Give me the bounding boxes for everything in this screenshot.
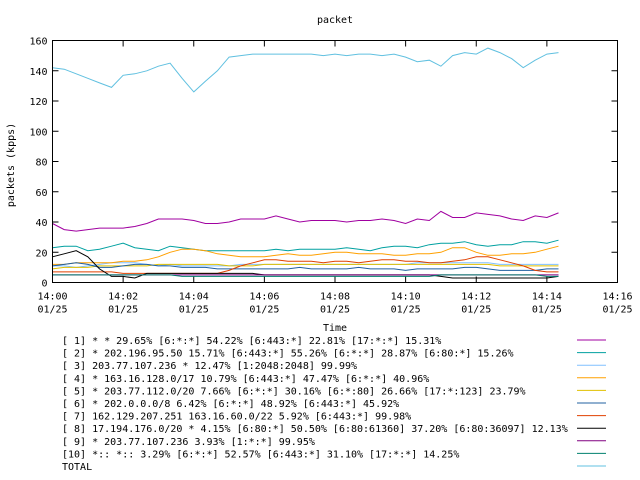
packet-chart: packet packets (kpps) Time 0204060801001… bbox=[6, 15, 633, 473]
x-tick-label-date: 01/25 bbox=[461, 305, 491, 316]
x-tick-label-date: 01/25 bbox=[37, 305, 67, 316]
y-tick-label: 100 bbox=[29, 127, 47, 138]
x-tick-label-date: 01/25 bbox=[602, 305, 632, 316]
legend-entry-9: [ 9] * 203.77.107.236 3.93% [1:*:*] 99.9… bbox=[62, 437, 315, 448]
legend-entry-6: [ 6] * 202.0.0.0/8 6.42% [6:*:*] 48.92% … bbox=[62, 399, 399, 410]
legend-entry-5: [ 5] * 203.77.112.0/20 7.66% [6:*:*] 30.… bbox=[62, 386, 526, 397]
series-line-1 bbox=[52, 210, 559, 232]
x-tick-label-date: 01/25 bbox=[108, 305, 138, 316]
y-tick-label: 160 bbox=[29, 37, 47, 48]
x-tick-label-time: 14:02 bbox=[108, 292, 138, 303]
series-line-2 bbox=[52, 239, 559, 252]
x-tick-label-time: 14:08 bbox=[320, 292, 350, 303]
plot-frame bbox=[52, 40, 618, 283]
y-tick-label: 40 bbox=[35, 218, 47, 229]
x-tick-label-time: 14:00 bbox=[37, 292, 67, 303]
y-tick-label: 80 bbox=[35, 158, 47, 169]
series-lines bbox=[52, 47, 559, 279]
y-tick-label: 120 bbox=[29, 97, 47, 108]
legend-entry-11: TOTAL bbox=[62, 462, 92, 473]
x-tick-label-time: 14:04 bbox=[179, 292, 209, 303]
series-line-11 bbox=[52, 47, 559, 93]
chart-title: packet bbox=[317, 15, 353, 26]
legend-entry-8: [ 8] 17.194.176.0/20 * 4.15% [6:80:*] 50… bbox=[62, 424, 568, 435]
legend-entry-1: [ 1] * * 29.65% [6:*:*] 54.22% [6:443:*]… bbox=[62, 336, 441, 347]
y-axis-ticks: 0 20 40 60 80 100 120 140 160 bbox=[29, 37, 618, 290]
y-axis-label: packets (kpps) bbox=[6, 123, 17, 207]
x-axis-label: Time bbox=[323, 323, 347, 334]
y-tick-label: 0 bbox=[41, 279, 47, 290]
y-tick-label: 20 bbox=[35, 248, 47, 259]
legend-entry-3: [ 3] 203.77.107.236 * 12.47% [1:2048:204… bbox=[62, 361, 357, 372]
legend: [ 1] * * 29.65% [6:*:*] 54.22% [6:443:*]… bbox=[62, 336, 606, 473]
legend-entry-2: [ 2] * 202.196.95.50 15.71% [6:443:*] 55… bbox=[62, 349, 514, 360]
y-tick-label: 60 bbox=[35, 188, 47, 199]
legend-entry-10: [10] *:: *:: 3.29% [6:*:*] 52.57% [6:443… bbox=[62, 449, 459, 460]
x-tick-label-date: 01/25 bbox=[179, 305, 209, 316]
x-tick-label-time: 14:14 bbox=[532, 292, 562, 303]
x-tick-label-date: 01/25 bbox=[391, 305, 421, 316]
x-tick-label-time: 14:12 bbox=[461, 292, 491, 303]
x-tick-label-date: 01/25 bbox=[532, 305, 562, 316]
x-tick-label-date: 01/25 bbox=[249, 305, 279, 316]
x-tick-label-time: 14:16 bbox=[602, 292, 632, 303]
x-tick-label-date: 01/25 bbox=[320, 305, 350, 316]
x-tick-label-time: 14:10 bbox=[391, 292, 421, 303]
y-tick-label: 140 bbox=[29, 67, 47, 78]
x-axis-ticks: 14:00 01/25 14:02 01/25 14:04 01/25 14:06 01/25… bbox=[37, 40, 633, 316]
legend-entry-7: [ 7] 162.129.207.251 163.16.60.0/22 5.92… bbox=[62, 412, 411, 423]
legend-entry-4: [ 4] * 163.16.128.0/17 10.79% [6:443:*] … bbox=[62, 374, 429, 385]
x-tick-label-time: 14:06 bbox=[249, 292, 279, 303]
